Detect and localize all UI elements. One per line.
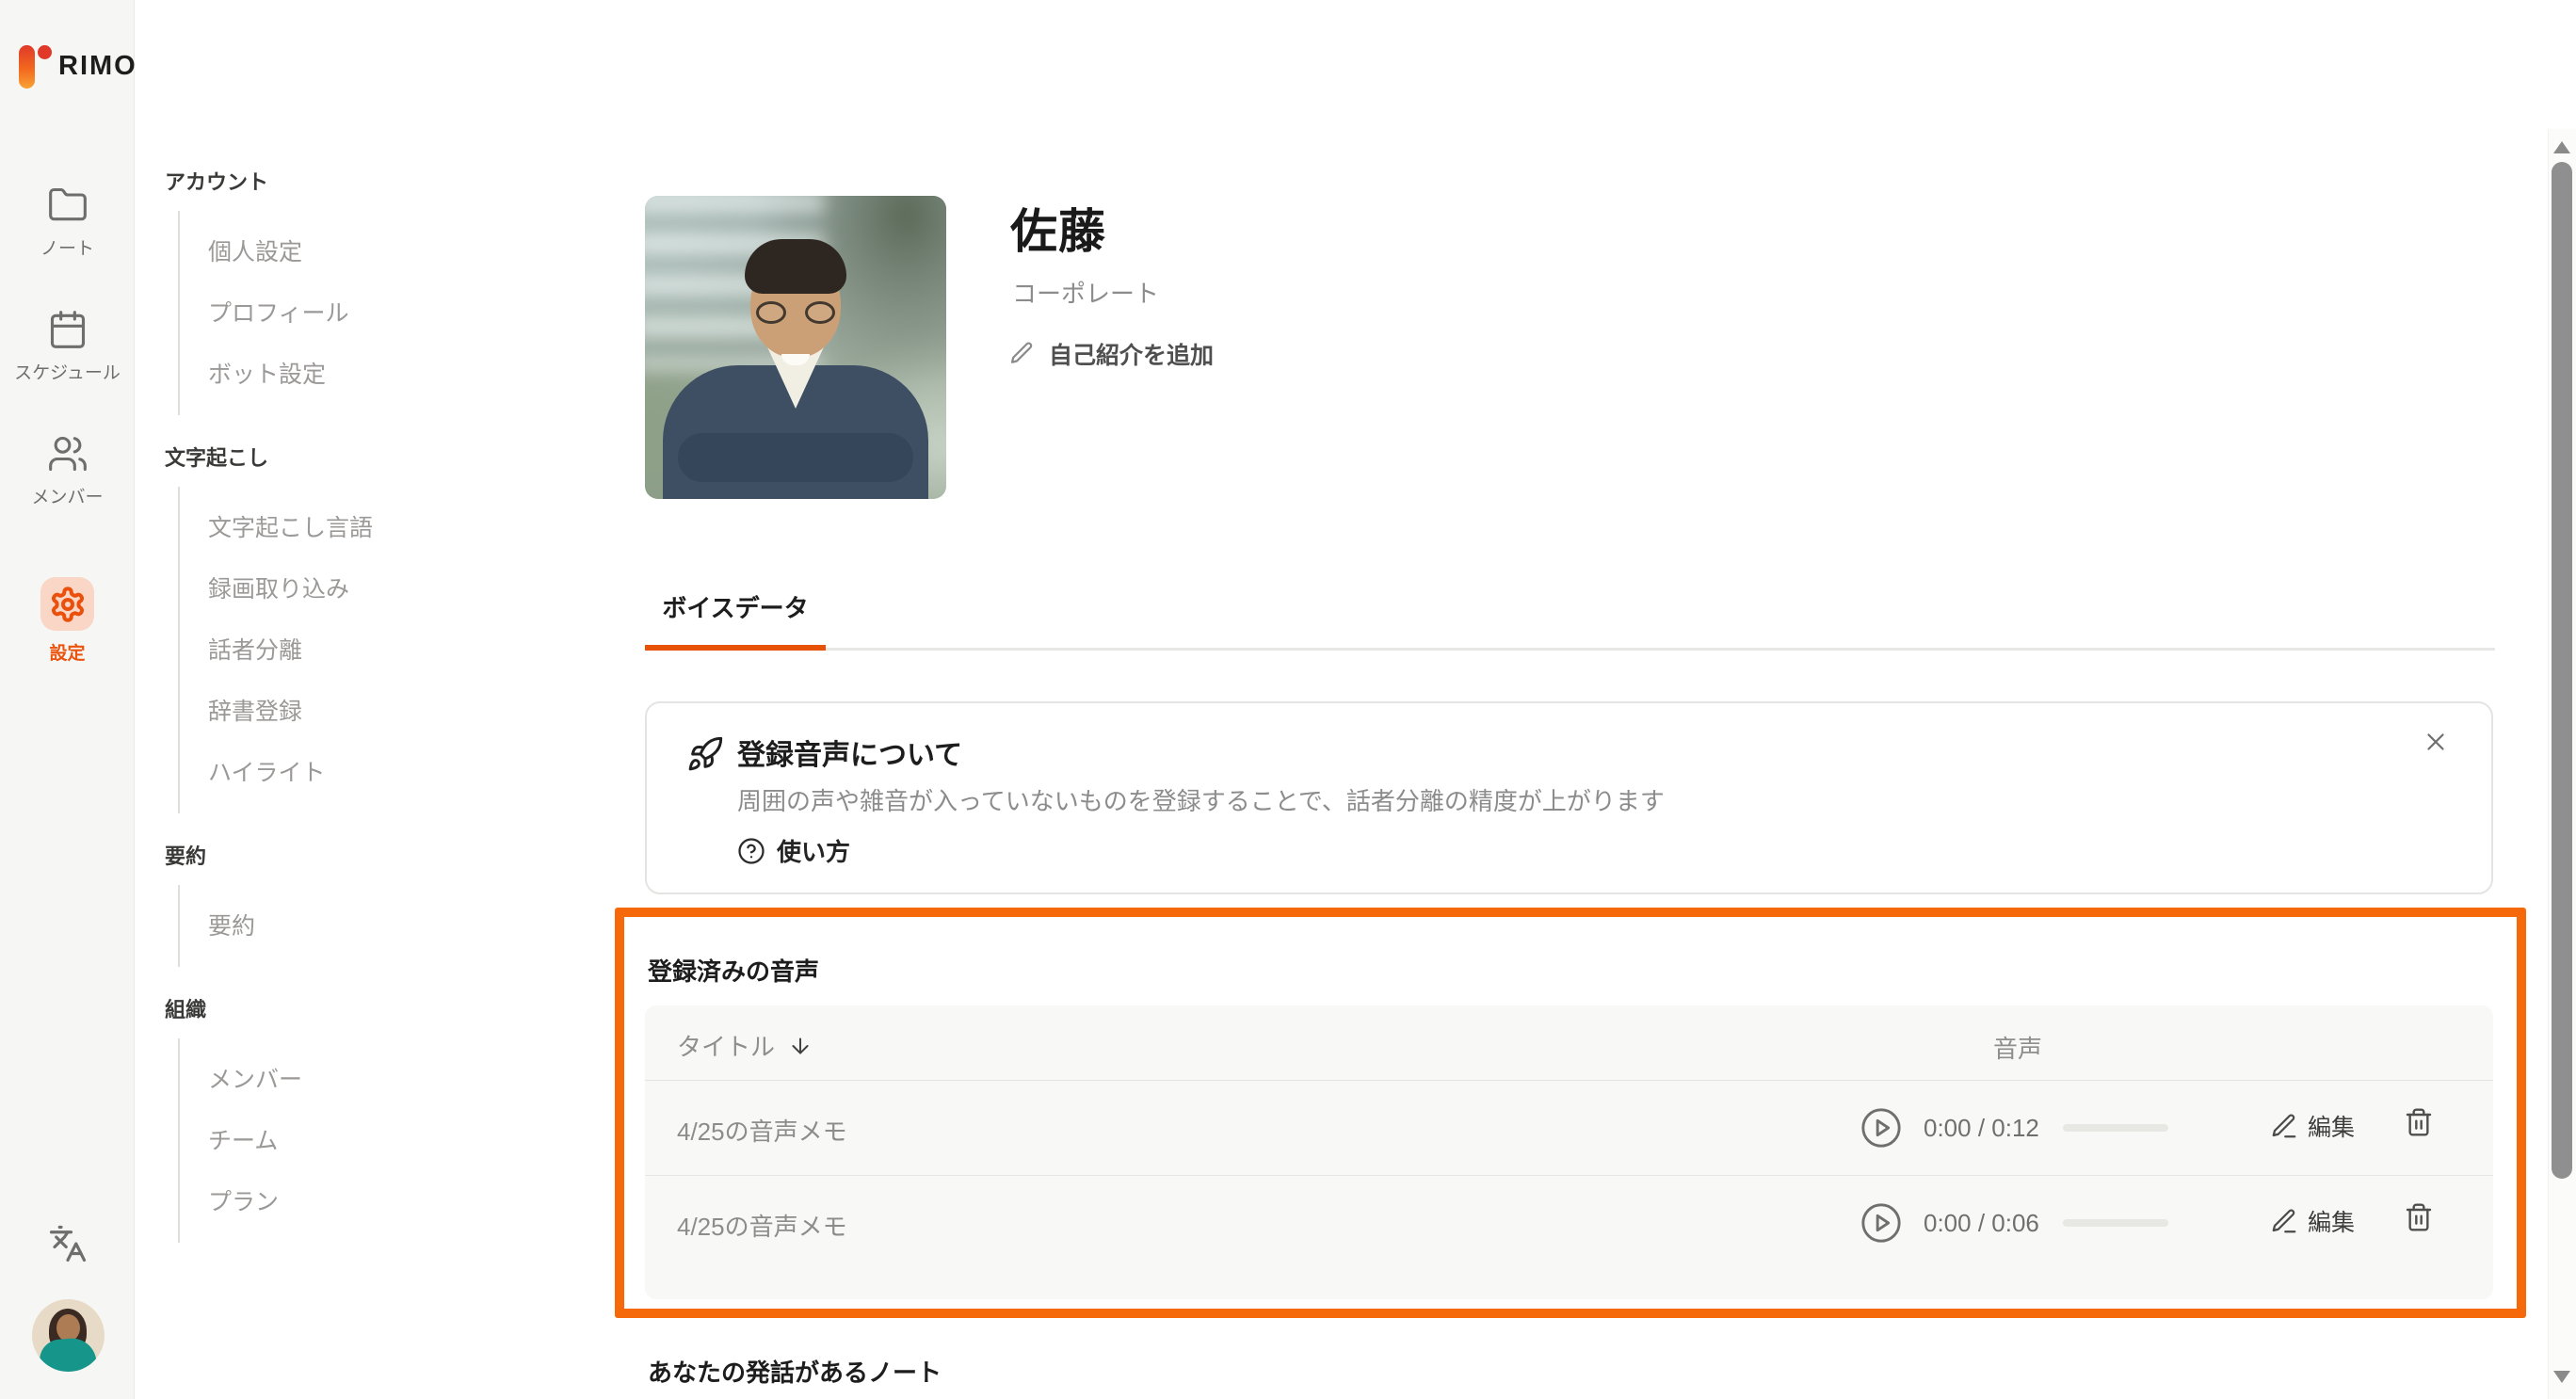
edit-button[interactable]: 編集 xyxy=(2270,1204,2355,1238)
voice-table-header: タイトル 音声 xyxy=(645,1005,2493,1081)
sidebar-item-notes[interactable]: ノート xyxy=(0,185,135,260)
voice-row: 4/25の音声メモ 0:00 / 0:12 編集 xyxy=(645,1081,2493,1175)
trash-icon[interactable] xyxy=(2404,1107,2434,1137)
playback-time: 0:00 / 0:12 xyxy=(1924,1114,2039,1143)
settings-active-background xyxy=(40,577,94,631)
sidebar-item-settings[interactable]: 設定 xyxy=(0,577,135,665)
translate-icon xyxy=(48,1224,88,1263)
nav-section-organization: 組織 メンバー チーム プラン xyxy=(165,993,579,1243)
progress-bar xyxy=(2063,1219,2168,1227)
calendar-icon xyxy=(47,309,89,350)
nav-item-recording-import[interactable]: 録画取り込み xyxy=(208,557,579,619)
nav-item-members[interactable]: メンバー xyxy=(208,1048,579,1109)
nav-item-teams[interactable]: チーム xyxy=(208,1109,579,1170)
progress-bar xyxy=(2063,1124,2168,1132)
gear-icon xyxy=(49,586,87,623)
scrollbar-down-arrow[interactable] xyxy=(2553,1371,2570,1383)
rimo-logo[interactable]: RIMO xyxy=(17,41,137,90)
play-button[interactable] xyxy=(1860,1106,1903,1150)
nav-section-summary: 要約 要約 xyxy=(165,840,579,967)
registered-voices-title: 登録済みの音声 xyxy=(648,953,819,988)
nav-section-account: アカウント 個人設定 プロフィール ボット設定 xyxy=(165,166,579,415)
settings-nav: アカウント 個人設定 プロフィール ボット設定 文字起こし 文字起こし言語 録画… xyxy=(165,166,579,1269)
nav-item-summary[interactable]: 要約 xyxy=(208,894,579,956)
voice-row-title: 4/25の音声メモ xyxy=(677,1113,847,1148)
nav-item-highlight[interactable]: ハイライト xyxy=(208,741,579,802)
left-sidebar: RIMO ノート スケジュール メンバー xyxy=(0,0,135,1399)
nav-item-speaker-separation[interactable]: 話者分離 xyxy=(208,619,579,680)
pencil-line-icon xyxy=(2270,1112,2298,1140)
profile-name: 佐藤 xyxy=(1010,194,1106,262)
active-tab-underline xyxy=(645,645,826,651)
playback-time: 0:00 / 0:06 xyxy=(1924,1209,2039,1238)
voice-row: 4/25の音声メモ 0:00 / 0:06 編集 xyxy=(645,1175,2493,1269)
sidebar-item-members[interactable]: メンバー xyxy=(0,433,135,508)
pencil-icon xyxy=(1007,340,1036,368)
nav-section-transcription: 文字起こし 文字起こし言語 録画取り込み 話者分離 辞書登録 ハイライト xyxy=(165,442,579,813)
nav-item-dictionary[interactable]: 辞書登録 xyxy=(208,680,579,741)
info-card-title: 登録音声について xyxy=(737,732,962,773)
profile-role: コーポレート xyxy=(1012,275,1159,310)
usage-link[interactable]: 使い方 xyxy=(737,833,850,868)
nav-item-bot-settings[interactable]: ボット設定 xyxy=(208,343,579,404)
info-card-description: 周囲の声や雑音が入っていないものを登録することで、話者分離の精度が上がります xyxy=(737,782,1665,817)
sidebar-item-label: メンバー xyxy=(31,483,103,508)
rimo-logo-text: RIMO xyxy=(58,51,137,82)
edit-button[interactable]: 編集 xyxy=(2270,1109,2355,1143)
sidebar-item-label: ノート xyxy=(40,234,94,260)
tabbar-divider xyxy=(645,648,2495,651)
nav-section-header: 文字起こし xyxy=(165,442,579,472)
play-button[interactable] xyxy=(1860,1201,1903,1245)
rimo-logo-icon xyxy=(17,41,49,90)
voice-row-title: 4/25の音声メモ xyxy=(677,1208,847,1243)
trash-icon[interactable] xyxy=(2404,1202,2434,1232)
users-icon xyxy=(47,433,89,474)
arrow-down-icon xyxy=(788,1034,813,1058)
nav-section-header: 要約 xyxy=(165,840,579,870)
tab-voice-data[interactable]: ボイスデータ xyxy=(645,589,826,624)
pencil-line-icon xyxy=(2270,1207,2298,1235)
sidebar-item-label: スケジュール xyxy=(14,359,121,384)
language-button[interactable] xyxy=(0,1224,135,1263)
sidebar-item-label: 設定 xyxy=(49,639,85,665)
nav-item-transcription-language[interactable]: 文字起こし言語 xyxy=(208,496,579,557)
nav-item-plan[interactable]: プラン xyxy=(208,1170,579,1231)
folder-icon xyxy=(47,185,89,226)
app-window: RIMO ノート スケジュール メンバー xyxy=(0,0,2576,1399)
add-bio-button[interactable]: 自己紹介を追加 xyxy=(1007,337,1214,371)
nav-section-header: 組織 xyxy=(165,993,579,1023)
column-header-title-sort[interactable]: タイトル xyxy=(677,1028,813,1063)
question-circle-icon xyxy=(737,837,765,865)
nav-item-profile[interactable]: プロフィール xyxy=(208,281,579,343)
rocket-icon xyxy=(686,735,724,773)
scrollbar-up-arrow[interactable] xyxy=(2553,141,2570,153)
column-header-audio: 音声 xyxy=(1993,1030,2042,1065)
voice-table: タイトル 音声 4/25の音声メモ 0:00 / 0:12 編集 xyxy=(645,1005,2493,1299)
registered-audio-info-card: 登録音声について 周囲の声や雑音が入っていないものを登録することで、話者分離の精… xyxy=(645,701,2493,894)
nav-item-personal-settings[interactable]: 個人設定 xyxy=(208,220,579,281)
nav-section-header: アカウント xyxy=(165,166,579,196)
profile-photo[interactable] xyxy=(645,196,946,499)
notes-section-title: あなたの発話があるノート xyxy=(648,1354,942,1389)
close-icon[interactable] xyxy=(2422,728,2450,756)
vertical-scrollbar-thumb[interactable] xyxy=(2552,162,2572,1179)
sidebar-item-schedule[interactable]: スケジュール xyxy=(0,309,135,384)
user-avatar[interactable] xyxy=(32,1299,105,1372)
